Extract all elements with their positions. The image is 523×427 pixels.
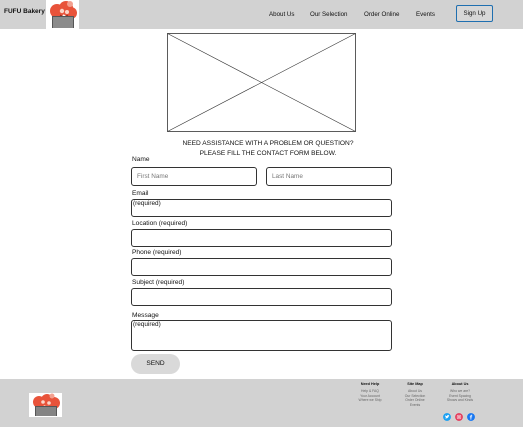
nav-about-us[interactable]: About Us: [269, 11, 294, 18]
instagram-icon[interactable]: [455, 413, 463, 421]
message-textarea[interactable]: (required): [131, 320, 392, 351]
site-header: FUFU Bakery About Us Our Selection Order…: [0, 0, 523, 29]
footer-bakery-logo-icon[interactable]: [29, 393, 62, 417]
send-button[interactable]: SEND: [131, 354, 180, 374]
phone-input[interactable]: [131, 258, 392, 276]
intro-line-1: NEED ASSISTANCE WITH A PROBLEM OR QUESTI…: [182, 140, 354, 147]
email-input[interactable]: (required): [131, 199, 392, 217]
facebook-icon[interactable]: [467, 413, 475, 421]
footer-heading: About Us: [451, 382, 469, 386]
form-intro: NEED ASSISTANCE WITH A PROBLEM OR QUESTI…: [160, 139, 376, 158]
nav-our-selection[interactable]: Our Selection: [310, 11, 348, 18]
phone-label: Phone (required): [132, 249, 182, 256]
footer-link[interactable]: Shows and Kinds: [440, 398, 480, 403]
last-name-input[interactable]: Last Name: [266, 167, 392, 186]
message-label: Message: [132, 312, 159, 319]
footer-link[interactable]: Where we Ship: [350, 398, 390, 403]
subject-label: Subject (required): [132, 279, 185, 286]
nav-events[interactable]: Events: [416, 11, 435, 18]
footer-heading: Site Map: [407, 382, 423, 386]
footer-col-about-us: About Us Who we are? Event Spacing Shows…: [440, 382, 480, 403]
sign-up-button[interactable]: Sign Up: [456, 5, 493, 22]
footer-col-site-map: Site Map About Us Our Selection Order On…: [396, 382, 434, 407]
location-input[interactable]: [131, 229, 392, 247]
name-label: Name: [132, 156, 150, 163]
email-label: Email: [132, 190, 149, 197]
footer-col-need-help: Need Help Help & FAQ Your Account Where …: [350, 382, 390, 403]
brand-name[interactable]: FUFU Bakery: [4, 8, 45, 15]
twitter-icon[interactable]: [443, 413, 451, 421]
message-required-hint: (required): [133, 321, 161, 328]
subject-input[interactable]: [131, 288, 392, 306]
footer-heading: Need Help: [360, 382, 380, 386]
intro-line-2: PLEASE FILL THE CONTACT FORM BELOW.: [199, 149, 337, 157]
image-placeholder: [167, 33, 356, 132]
bakery-logo-icon[interactable]: [46, 0, 79, 29]
nav-order-online[interactable]: Order Online: [364, 11, 399, 18]
location-label: Location (required): [132, 220, 188, 227]
email-required-hint: (required): [133, 200, 161, 207]
first-name-input[interactable]: First Name: [131, 167, 257, 186]
footer-link[interactable]: Events: [396, 403, 434, 408]
